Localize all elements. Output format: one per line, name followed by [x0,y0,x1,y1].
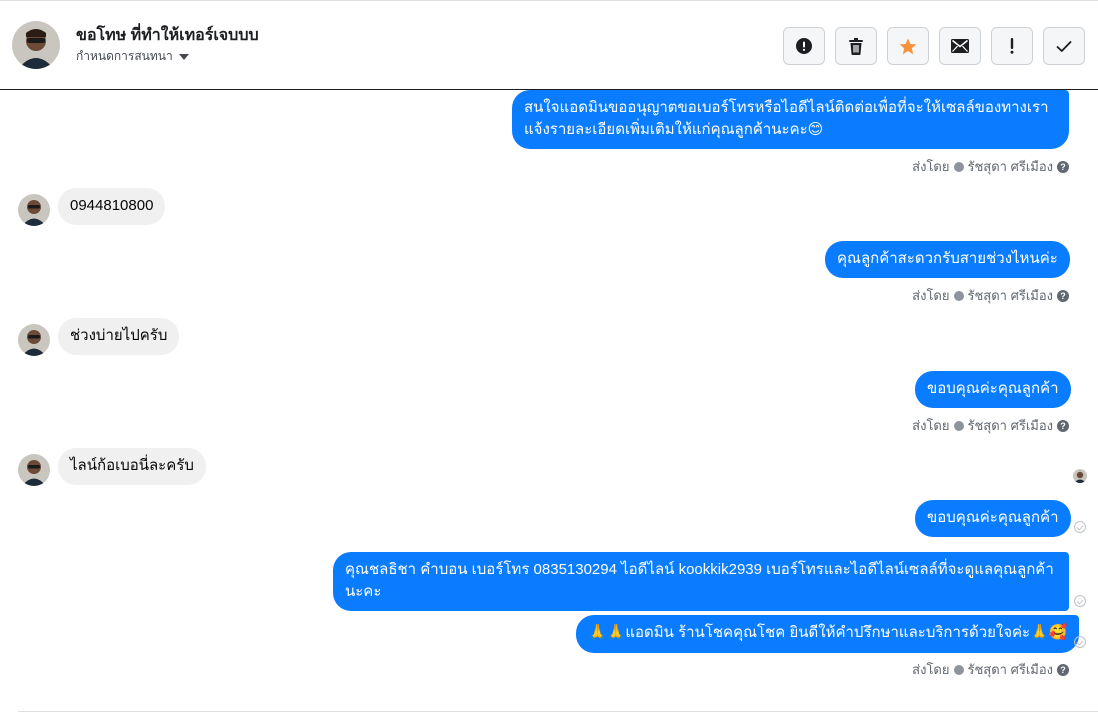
check-circle-icon [953,664,964,675]
message-text: คุณลูกค้าสะดวกรับสายช่วงไหนค่ะ [837,250,1058,267]
check-circle-icon [953,420,964,431]
envelope-icon [951,39,969,53]
message-bubble-outgoing[interactable]: คุณชลธิชา คำบอน เบอร์โทร 0835130294 ไอดี… [333,552,1069,611]
message-bubble-outgoing[interactable]: ขอบคุณค่ะคุณลูกค้า [915,371,1071,408]
message-bubble-incoming[interactable]: ช่วงบ่ายไปครับ [58,318,180,355]
delivered-check-icon [1074,521,1086,533]
assign-conversation-dropdown[interactable]: กำหนดการสนทนา [76,47,189,66]
mark-spam-button[interactable] [783,27,825,65]
contact-avatar-small[interactable] [18,194,50,226]
message-text: คุณชลธิชา คำบอน เบอร์โทร 0835130294 ไอดี… [345,561,1054,600]
contact-avatar[interactable] [12,21,60,69]
message-text: ขอบคุณค่ะคุณลูกค้า [927,380,1059,397]
seen-by-avatar [1073,469,1087,483]
help-icon[interactable]: ? [1057,419,1069,432]
sent-by-line: ส่งโดย รัชสุดา ศรีเมือง ? [912,285,1069,306]
sent-by-prefix: ส่งโดย [912,159,950,174]
message-text: 🙏🙏แอดมิน ร้านโชคคุณโชค ยินดีให้คำปรึกษาแ… [588,624,1068,641]
message-thread[interactable]: สนใจแอดมินขออนุญาตขอเบอร์โทรหรือไอดีไลน์… [0,90,1098,712]
sent-by-prefix: ส่งโดย [912,662,950,677]
mark-unread-button[interactable] [939,27,981,65]
exclamation-icon [1010,38,1014,54]
sender-name: รัชสุดา ศรีเมือง [967,662,1054,677]
message-bubble-outgoing[interactable]: ขอบคุณค่ะคุณลูกค้า [915,500,1071,537]
checkmark-icon [1056,40,1072,52]
assign-label: กำหนดการสนทนา [76,49,173,63]
delivered-check-icon [1074,636,1086,648]
message-bubble-outgoing[interactable]: 🙏🙏แอดมิน ร้านโชคคุณโชค ยินดีให้คำปรึกษาแ… [576,615,1080,653]
sender-name: รัชสุดา ศรีเมือง [967,159,1054,174]
message-bubble-incoming[interactable]: 0944810800 [58,188,166,225]
message-bubble-outgoing[interactable]: สนใจแอดมินขออนุญาตขอเบอร์โทรหรือไอดีไลน์… [512,90,1069,149]
alert-circle-icon [796,38,812,54]
header-actions [783,27,1085,65]
help-icon[interactable]: ? [1057,160,1069,173]
delete-button[interactable] [835,27,877,65]
message-text: ไลน์ก้อเบอนี่ละครับ [70,457,194,474]
sent-by-line: ส่งโดย รัชสุดา ศรีเมือง ? [912,415,1069,436]
sender-name: รัชสุดา ศรีเมือง [967,288,1054,303]
sent-by-line: ส่งโดย รัชสุดา ศรีเมือง ? [912,659,1069,680]
help-icon[interactable]: ? [1057,289,1069,302]
sent-by-line: ส่งโดย รัชสุดา ศรีเมือง ? [912,156,1069,177]
help-icon[interactable]: ? [1057,663,1069,676]
message-bubble-incoming[interactable]: ไลน์ก้อเบอนี่ละครับ [58,448,206,485]
message-text: สนใจแอดมินขออนุญาตขอเบอร์โทรหรือไอดีไลน์… [524,99,1049,138]
contact-avatar-small[interactable] [18,324,50,356]
check-circle-icon [953,161,964,172]
mark-done-button[interactable] [1043,27,1085,65]
star-button[interactable] [887,27,929,65]
message-text: ช่วงบ่ายไปครับ [70,327,168,344]
check-circle-icon [953,290,964,301]
star-icon [899,38,917,54]
message-text: ขอบคุณค่ะคุณลูกค้า [927,509,1059,526]
follow-up-button[interactable] [991,27,1033,65]
sender-name: รัชสุดา ศรีเมือง [967,418,1054,433]
sent-by-prefix: ส่งโดย [912,418,950,433]
message-bubble-outgoing[interactable]: คุณลูกค้าสะดวกรับสายช่วงไหนค่ะ [825,241,1070,278]
caret-down-icon [178,53,189,60]
message-text: 0944810800 [70,197,154,214]
conversation-header: ขอโทษ ที่ทำให้เทอร์เจบบบ กำหนดการสนทนา [0,0,1098,90]
contact-avatar-small[interactable] [18,454,50,486]
delivered-check-icon [1074,595,1086,607]
contact-name[interactable]: ขอโทษ ที่ทำให้เทอร์เจบบบ [76,23,259,48]
sent-by-prefix: ส่งโดย [912,288,950,303]
trash-icon [849,37,863,55]
